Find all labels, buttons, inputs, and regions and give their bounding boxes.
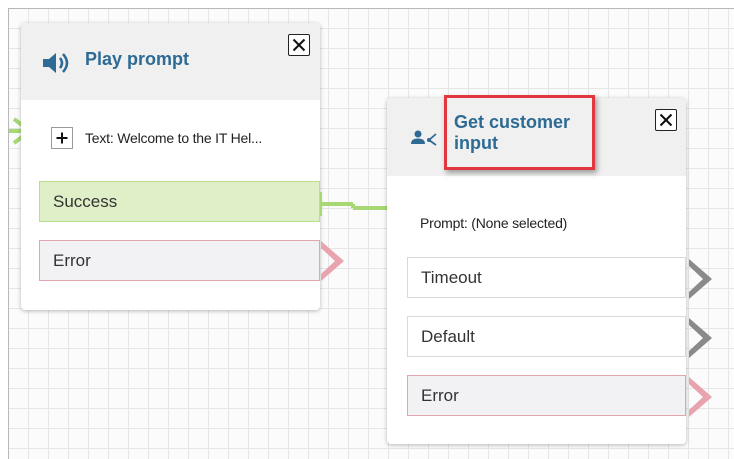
branch-error[interactable]: Error: [39, 240, 320, 281]
flow-canvas[interactable]: Play prompt Text: Welcome to the IT Hel.…: [8, 8, 734, 459]
close-icon: [659, 113, 673, 127]
block-title: Play prompt: [85, 49, 190, 69]
customer-input-icon: [411, 130, 437, 146]
branch-error[interactable]: Error: [407, 375, 686, 416]
close-button[interactable]: [288, 34, 310, 56]
prompt-text: Text: Welcome to the IT Hel...: [85, 130, 263, 146]
close-icon: [292, 38, 306, 52]
highlight-box: [444, 95, 595, 170]
error-arrow-icon: [321, 241, 344, 281]
expand-prompt-button[interactable]: [51, 127, 73, 149]
plus-icon: [56, 132, 68, 144]
branch-timeout[interactable]: Timeout: [407, 257, 686, 298]
speaker-icon: [43, 53, 69, 73]
timeout-arrow-icon: [689, 259, 712, 299]
default-arrow-icon: [689, 318, 712, 358]
error-arrow-icon: [689, 377, 712, 417]
branch-success[interactable]: Success: [39, 181, 320, 222]
get-customer-input-block[interactable]: Get customer input Prompt: (None selecte…: [387, 95, 686, 444]
prompt-text: Prompt: (None selected): [420, 215, 568, 231]
play-prompt-block[interactable]: Play prompt Text: Welcome to the IT Hel.…: [21, 23, 320, 310]
close-button[interactable]: [655, 109, 677, 131]
branch-default[interactable]: Default: [407, 316, 686, 357]
